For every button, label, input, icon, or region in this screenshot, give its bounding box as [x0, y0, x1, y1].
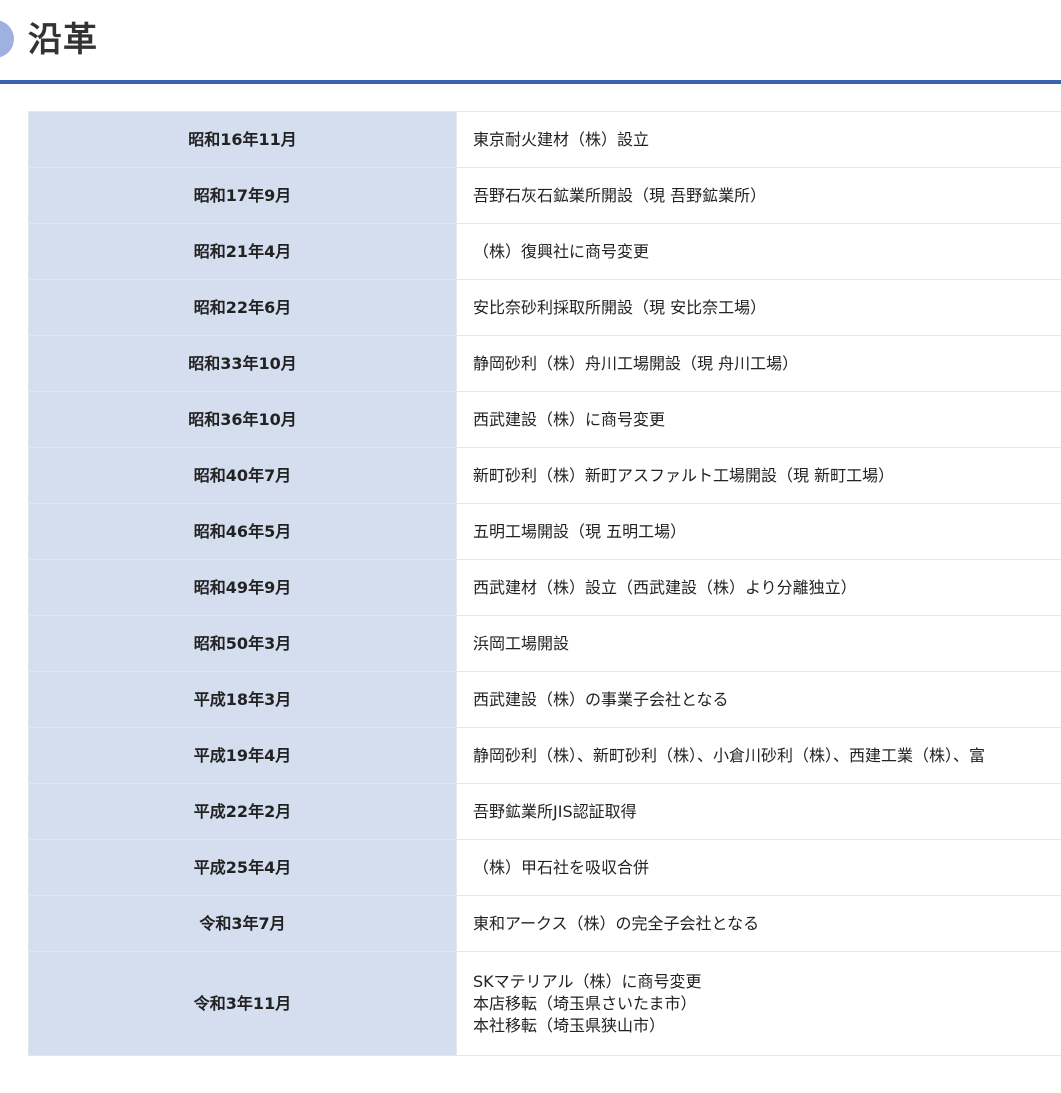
history-date: 平成22年2月	[28, 783, 457, 840]
history-event-line: 東京耐火建材（株）設立	[473, 129, 650, 149]
history-event: 東京耐火建材（株）設立	[456, 111, 1061, 168]
history-row: 昭和21年4月 （株）復興社に商号変更	[28, 223, 1061, 280]
history-row: 昭和50年3月 浜岡工場開設	[28, 615, 1061, 672]
history-event: 吾野鉱業所JIS認証取得	[456, 783, 1061, 840]
history-date: 昭和36年10月	[28, 391, 457, 448]
page-title: 沿革	[28, 20, 98, 60]
history-date: 昭和50年3月	[28, 615, 457, 672]
history-event: 浜岡工場開設	[456, 615, 1061, 672]
history-row: 令和3年7月 東和アークス（株）の完全子会社となる	[28, 895, 1061, 952]
history-date: 昭和33年10月	[28, 335, 457, 392]
history-event: 吾野石灰石鉱業所開設（現 吾野鉱業所）	[456, 167, 1061, 224]
history-row: 昭和40年7月 新町砂利（株）新町アスファルト工場開設（現 新町工場）	[28, 447, 1061, 504]
history-event: 安比奈砂利採取所開設（現 安比奈工場）	[456, 279, 1061, 336]
history-table-body: 昭和16年11月 東京耐火建材（株）設立 昭和17年9月 吾野石灰石鉱業所開設（現 吾…	[28, 111, 1061, 1056]
title-bullet-icon	[0, 20, 14, 58]
history-event-line: 五明工場開設（現 五明工場）	[473, 521, 687, 541]
history-event-line: 西武建設（株）の事業子会社となる	[473, 689, 729, 709]
history-row: 昭和22年6月 安比奈砂利採取所開設（現 安比奈工場）	[28, 279, 1061, 336]
header-divider	[0, 80, 1061, 84]
history-date: 平成18年3月	[28, 671, 457, 728]
history-event-line: 西武建設（株）に商号変更	[473, 409, 666, 429]
history-row: 昭和16年11月 東京耐火建材（株）設立	[28, 111, 1061, 168]
history-row: 昭和49年9月 西武建材（株）設立（西武建設（株）より分離独立）	[28, 559, 1061, 616]
history-event-line: 新町砂利（株）新町アスファルト工場開設（現 新町工場）	[473, 465, 895, 485]
history-date: 平成25年4月	[28, 839, 457, 896]
history-event-line: （株）甲石社を吸収合併	[473, 857, 650, 877]
history-event-line: 安比奈砂利採取所開設（現 安比奈工場）	[473, 297, 767, 317]
history-event: 西武建設（株）の事業子会社となる	[456, 671, 1061, 728]
history-date: 昭和49年9月	[28, 559, 457, 616]
history-event: 新町砂利（株）新町アスファルト工場開設（現 新町工場）	[456, 447, 1061, 504]
history-row: 平成25年4月 （株）甲石社を吸収合併	[28, 839, 1061, 896]
history-date: 令和3年7月	[28, 895, 457, 952]
history-event-line: 本社移転（埼玉県狭山市）	[473, 1015, 666, 1035]
history-event: （株）甲石社を吸収合併	[456, 839, 1061, 896]
history-row: 昭和17年9月 吾野石灰石鉱業所開設（現 吾野鉱業所）	[28, 167, 1061, 224]
history-row: 平成18年3月 西武建設（株）の事業子会社となる	[28, 671, 1061, 728]
history-date: 平成19年4月	[28, 727, 457, 784]
history-event-line: 静岡砂利（株）舟川工場開設（現 舟川工場）	[473, 353, 799, 373]
history-event: （株）復興社に商号変更	[456, 223, 1061, 280]
history-event-line: 吾野石灰石鉱業所開設（現 吾野鉱業所）	[473, 185, 767, 205]
history-table: 昭和16年11月 東京耐火建材（株）設立 昭和17年9月 吾野石灰石鉱業所開設（現 吾…	[28, 111, 1061, 1056]
history-row: 昭和33年10月 静岡砂利（株）舟川工場開設（現 舟川工場）	[28, 335, 1061, 392]
history-date: 昭和17年9月	[28, 167, 457, 224]
history-row: 平成22年2月 吾野鉱業所JIS認証取得	[28, 783, 1061, 840]
history-event: 静岡砂利（株）舟川工場開設（現 舟川工場）	[456, 335, 1061, 392]
history-event: 静岡砂利（株）、新町砂利（株）、小倉川砂利（株）、西建工業（株）、富	[456, 727, 1061, 784]
history-date: 令和3年11月	[28, 951, 457, 1056]
history-date: 昭和46年5月	[28, 503, 457, 560]
history-date: 昭和16年11月	[28, 111, 457, 168]
history-date: 昭和22年6月	[28, 279, 457, 336]
history-row: 昭和36年10月 西武建設（株）に商号変更	[28, 391, 1061, 448]
history-event: SKマテリアル（株）に商号変更 本店移転（埼玉県さいたま市） 本社移転（埼玉県狭山市…	[456, 951, 1061, 1056]
history-date: 昭和40年7月	[28, 447, 457, 504]
history-event-line: 東和アークス（株）の完全子会社となる	[473, 913, 760, 933]
history-event-line: SKマテリアル（株）に商号変更	[473, 971, 702, 991]
history-event: 五明工場開設（現 五明工場）	[456, 503, 1061, 560]
history-event: 西武建材（株）設立（西武建設（株）より分離独立）	[456, 559, 1061, 616]
history-event-line: 本店移転（埼玉県さいたま市）	[473, 993, 697, 1013]
history-event-line: （株）復興社に商号変更	[473, 241, 650, 261]
history-row: 昭和46年5月 五明工場開設（現 五明工場）	[28, 503, 1061, 560]
history-event-line: 静岡砂利（株）、新町砂利（株）、小倉川砂利（株）、西建工業（株）、富	[473, 745, 986, 765]
page-header: 沿革	[0, 0, 1061, 85]
history-row: 令和3年11月 SKマテリアル（株）に商号変更 本店移転（埼玉県さいたま市） 本社移転…	[28, 951, 1061, 1056]
history-event-line: 西武建材（株）設立（西武建設（株）より分離独立）	[473, 577, 857, 597]
history-event-line: 吾野鉱業所JIS認証取得	[473, 801, 637, 821]
history-row: 平成19年4月 静岡砂利（株）、新町砂利（株）、小倉川砂利（株）、西建工業（株）、…	[28, 727, 1061, 784]
history-event-line: 浜岡工場開設	[473, 633, 570, 653]
history-event: 東和アークス（株）の完全子会社となる	[456, 895, 1061, 952]
history-date: 昭和21年4月	[28, 223, 457, 280]
history-event: 西武建設（株）に商号変更	[456, 391, 1061, 448]
